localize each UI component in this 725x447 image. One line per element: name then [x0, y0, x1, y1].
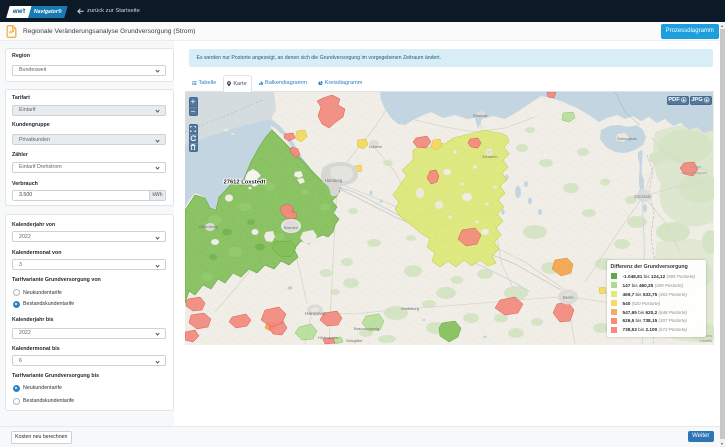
svg-text:Salzgitter: Salzgitter [346, 338, 363, 343]
svg-text:wojew.: wojew. [690, 164, 702, 169]
svg-text:Leaflet: Leaflet [700, 338, 713, 343]
svg-text:Schwerin: Schwerin [482, 155, 498, 159]
svg-text:Świnoujście: Świnoujście [617, 136, 637, 141]
svg-text:Lübeck: Lübeck [369, 144, 382, 149]
svg-text:Hildesheim: Hildesheim [318, 335, 338, 340]
svg-text:Szczecin: Szczecin [634, 194, 652, 199]
svg-text:Braunschweig: Braunschweig [354, 326, 379, 331]
svg-text:Hannover: Hannover [305, 311, 326, 317]
svg-text:Berlin: Berlin [563, 295, 574, 300]
svg-text:Hamburg: Hamburg [325, 178, 343, 183]
svg-text:27612 Loxstedt: 27612 Loxstedt [224, 180, 266, 186]
svg-text:Oldenburg: Oldenburg [199, 224, 218, 229]
svg-text:Bremen: Bremen [284, 225, 298, 230]
svg-text:zachodniopom.: zachodniopom. [680, 170, 708, 175]
svg-text:Wolfsburg: Wolfsburg [401, 306, 419, 311]
svg-text:Rostock: Rostock [473, 113, 487, 118]
